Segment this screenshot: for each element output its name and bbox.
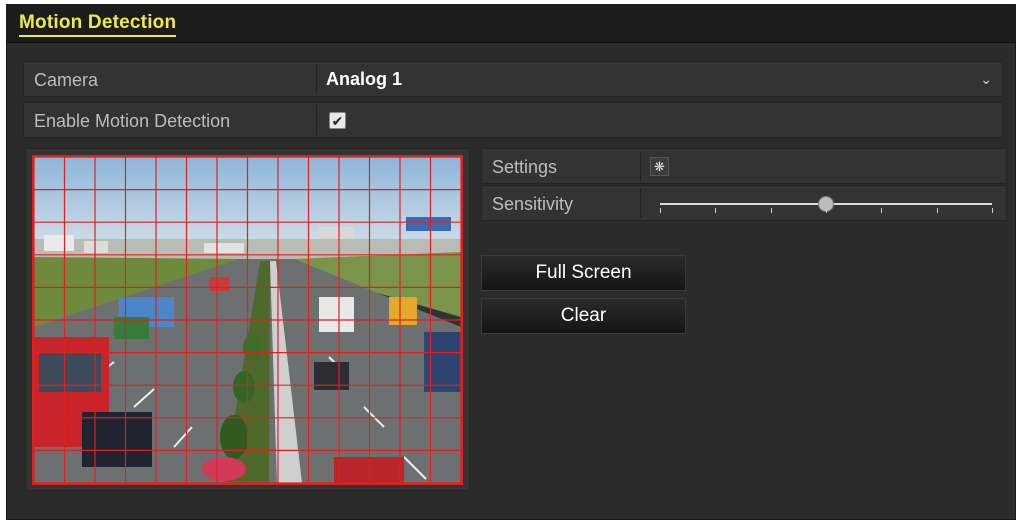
sensitivity-row: Sensitivity bbox=[481, 185, 1007, 221]
clear-button[interactable]: Clear bbox=[481, 298, 686, 334]
settings-label: Settings bbox=[492, 157, 558, 177]
camera-label: Camera bbox=[34, 70, 99, 90]
gear-icon[interactable]: ❋ bbox=[650, 157, 669, 176]
sensitivity-slider[interactable] bbox=[482, 186, 1006, 220]
page-title: Motion Detection bbox=[19, 12, 177, 37]
camera-select-value: Analog 1 bbox=[326, 69, 403, 89]
slider-tick bbox=[936, 208, 938, 213]
row-divider bbox=[640, 151, 641, 181]
preview-panel bbox=[25, 148, 470, 491]
slider-tick bbox=[992, 208, 993, 213]
enable-motion-row: Enable Motion Detection ✔ bbox=[23, 102, 1003, 138]
slider-tick bbox=[770, 208, 772, 213]
slider-tick bbox=[660, 208, 661, 213]
motion-detection-window: Motion Detection Camera Analog 1 ⌄ Enabl… bbox=[6, 4, 1016, 520]
slider-tick bbox=[881, 208, 883, 213]
settings-row: Settings ❋ bbox=[481, 148, 1007, 184]
header-bar: Motion Detection bbox=[7, 5, 1015, 43]
row-divider bbox=[316, 105, 317, 135]
enable-motion-label: Enable Motion Detection bbox=[34, 111, 231, 131]
checkmark-icon: ✔ bbox=[331, 113, 344, 129]
full-screen-button[interactable]: Full Screen bbox=[481, 255, 686, 291]
camera-preview[interactable] bbox=[32, 155, 463, 485]
camera-row: Camera Analog 1 ⌄ bbox=[23, 61, 1003, 97]
chevron-down-icon: ⌄ bbox=[980, 71, 992, 87]
motion-detection-grid[interactable] bbox=[34, 157, 461, 483]
enable-motion-checkbox[interactable]: ✔ bbox=[329, 112, 346, 129]
camera-select[interactable]: Analog 1 ⌄ bbox=[317, 62, 1002, 96]
slider-tick bbox=[826, 208, 827, 213]
slider-tick bbox=[715, 208, 717, 213]
